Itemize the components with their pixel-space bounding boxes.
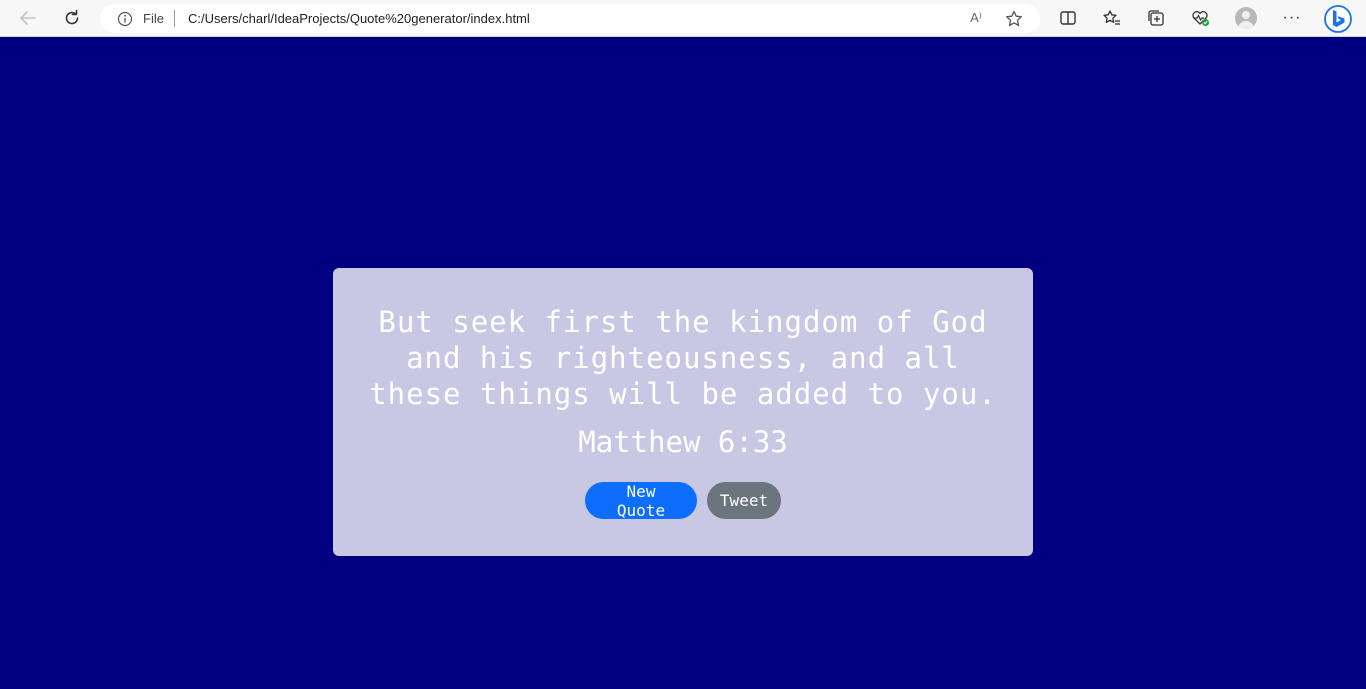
collections-icon [1148, 10, 1164, 26]
refresh-icon [65, 9, 79, 25]
file-label: File [143, 11, 164, 26]
browser-essentials-button[interactable] [1186, 5, 1214, 31]
info-icon[interactable] [117, 11, 133, 27]
tweet-button[interactable]: Tweet [707, 482, 781, 519]
avatar-shoulders-shape [1238, 21, 1254, 29]
url-text[interactable]: C:/Users/charl/IdeaProjects/Quote%20gene… [188, 11, 530, 26]
heart-pulse-icon [1192, 11, 1209, 26]
collections-button[interactable] [1142, 5, 1170, 31]
split-screen-button[interactable] [1054, 5, 1082, 31]
browser-toolbar: File C:/Users/charl/IdeaProjects/Quote%2… [0, 0, 1366, 37]
avatar-head-shape [1242, 11, 1250, 19]
new-quote-button[interactable]: New Quote [585, 482, 697, 520]
read-aloud-icon[interactable]: A⁾ [966, 9, 986, 27]
quote-text: But seek first the kingdom of God and hi… [369, 305, 997, 411]
profile-avatar[interactable] [1235, 7, 1257, 29]
add-favorite-star-icon[interactable] [1004, 9, 1024, 29]
bing-chat-button[interactable] [1322, 3, 1354, 35]
back-button[interactable] [14, 5, 42, 31]
split-screen-icon [1060, 11, 1076, 25]
bing-logo-icon [1324, 5, 1352, 33]
refresh-button[interactable] [58, 5, 86, 31]
page-body: But seek first the kingdom of God and hi… [0, 37, 1366, 689]
back-arrow-icon [20, 11, 36, 25]
address-bar[interactable]: File C:/Users/charl/IdeaProjects/Quote%2… [100, 4, 1040, 33]
favorites-list-icon [1103, 10, 1120, 25]
quote-author: Matthew 6:33 [578, 425, 788, 459]
favorites-button[interactable] [1098, 5, 1126, 31]
quote-card: But seek first the kingdom of God and hi… [333, 268, 1033, 556]
address-divider [174, 10, 175, 27]
button-row: New Quote Tweet [333, 482, 1033, 520]
settings-more-button[interactable]: ··· [1280, 5, 1304, 31]
